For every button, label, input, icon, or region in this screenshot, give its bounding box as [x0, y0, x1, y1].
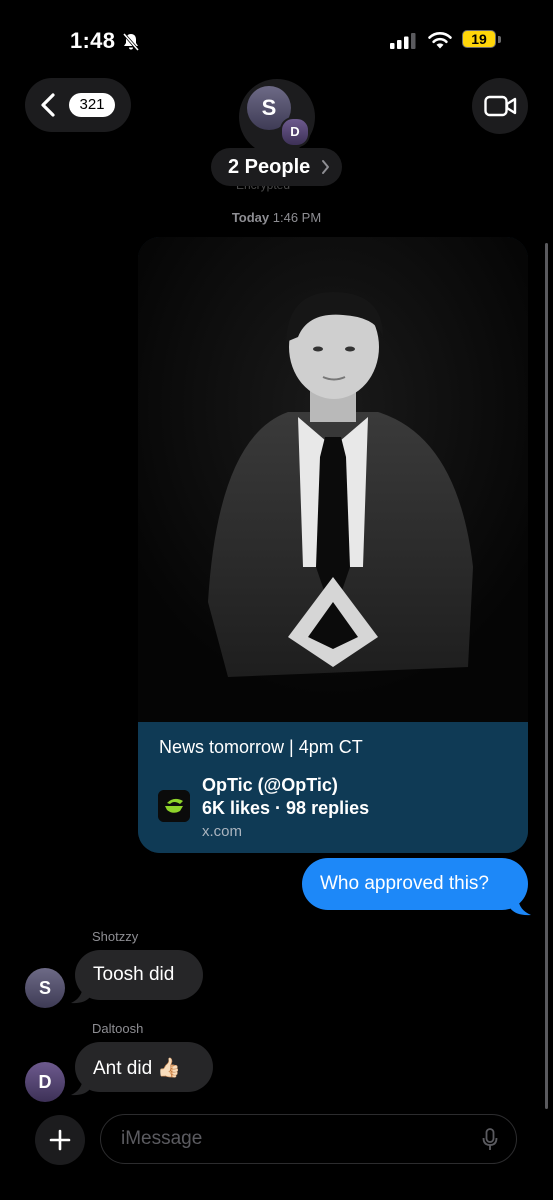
microphone-icon[interactable] — [482, 1128, 498, 1152]
video-camera-icon — [484, 95, 517, 117]
unread-count-badge: 321 — [69, 93, 115, 117]
plus-icon — [49, 1129, 71, 1151]
avatar-sender[interactable]: S — [25, 968, 65, 1008]
optic-logo-icon — [158, 790, 190, 822]
battery-icon: 19 — [462, 30, 504, 50]
message-input-placeholder: iMessage — [121, 1128, 203, 1149]
wifi-icon — [428, 32, 452, 49]
bell-slash-icon — [122, 33, 140, 51]
link-preview-image — [138, 237, 528, 722]
link-preview-title: News tomorrow | 4pm CT — [159, 737, 363, 757]
link-preview-stats: 6K likes · 98 replies — [202, 798, 370, 818]
link-preview-card[interactable]: News tomorrow | 4pm CT OpTic (@OpTic) 6K… — [138, 237, 528, 853]
group-name-button[interactable]: 2 People — [211, 148, 342, 186]
apps-plus-button[interactable] — [35, 1115, 85, 1165]
group-name: 2 People — [228, 156, 311, 178]
timestamp-day: Today — [231, 210, 270, 225]
incoming-message-bubble[interactable]: Toosh did — [71, 950, 203, 1004]
link-preview-author: OpTic (@OpTic) — [202, 775, 338, 795]
message-text: Toosh did — [93, 964, 175, 985]
chevron-right-icon — [322, 160, 329, 174]
timestamp-time: 1:46 PM — [272, 210, 322, 225]
scrollbar[interactable] — [545, 243, 548, 1109]
bubble-tail — [71, 1078, 91, 1096]
message-text: Ant did 👍🏻 — [93, 1058, 182, 1079]
avatar-secondary: D — [280, 117, 310, 147]
sender-name: Daltoosh — [92, 1021, 144, 1036]
facetime-video-button[interactable] — [472, 78, 528, 134]
avatar-sender[interactable]: D — [25, 1062, 65, 1102]
signal-icon — [390, 33, 416, 49]
chevron-left-icon — [41, 93, 55, 117]
back-button[interactable]: 321 — [25, 78, 131, 132]
link-preview-info: News tomorrow | 4pm CT OpTic (@OpTic) 6K… — [138, 722, 528, 853]
status-time: 1:48 — [70, 28, 116, 53]
incoming-message-bubble[interactable]: Ant did 👍🏻 — [71, 1042, 213, 1096]
outgoing-message-bubble[interactable]: Who approved this? — [302, 858, 531, 916]
message-input[interactable]: iMessage — [100, 1114, 517, 1164]
message-timestamp: Today 1:46 PM — [0, 210, 553, 225]
bubble-tail — [510, 898, 531, 916]
bubble-tail — [71, 986, 91, 1004]
sender-name: Shotzzy — [92, 929, 139, 944]
message-text: Who approved this? — [320, 873, 489, 894]
link-preview-domain: x.com — [202, 823, 243, 840]
battery-level: 19 — [471, 31, 487, 47]
